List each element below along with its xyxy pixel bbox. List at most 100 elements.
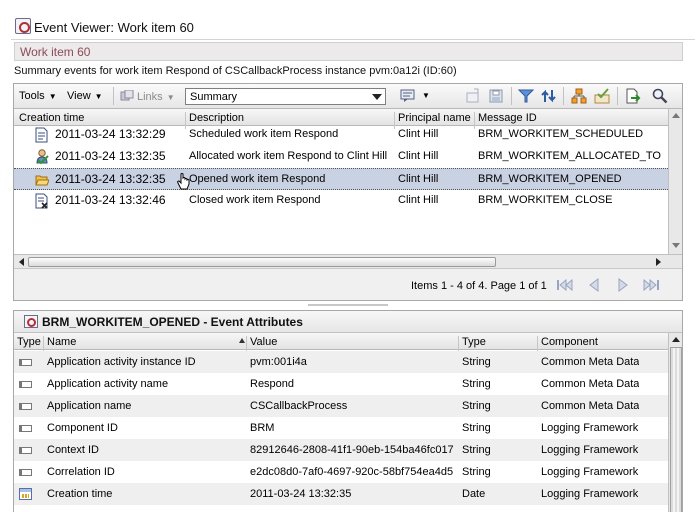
attribute-name: Application activity name xyxy=(47,378,169,390)
row-creation-time: 2011-03-24 13:32:29 xyxy=(55,127,166,141)
attribute-row[interactable]: Creation time 2011-03-24 13:32:35 Date L… xyxy=(14,483,668,505)
attribute-row[interactable]: Correlation ID e2dc08d0-7af0-4697-920c-5… xyxy=(14,461,668,483)
work-item-label: Work item 60 xyxy=(20,45,91,59)
toolbar: Tools ▼ View ▼ Links ▼ Summary ▼ xyxy=(14,84,682,109)
toolbar-separator xyxy=(563,87,564,105)
column-header-data-type[interactable]: Type xyxy=(462,336,486,348)
column-header-name[interactable]: Name xyxy=(47,336,76,348)
attribute-type: String xyxy=(462,356,491,368)
sort-ascending-icon xyxy=(239,338,245,343)
tools-menu-label: Tools xyxy=(19,90,45,102)
vertical-scroll-thumb[interactable] xyxy=(670,347,682,512)
checklist-icon[interactable] xyxy=(594,88,610,104)
attribute-value: e2dc08d0-7af0-4697-920c-58bf754ea4d5 xyxy=(250,466,454,478)
chevron-down-icon: ▼ xyxy=(94,92,103,101)
table-row-selected[interactable]: 2011-03-24 13:32:35 Opened work item Res… xyxy=(14,168,668,190)
scroll-up-icon[interactable] xyxy=(670,110,682,122)
view-menu[interactable]: View ▼ xyxy=(67,90,103,102)
attribute-name: Component ID xyxy=(47,422,118,434)
string-type-icon xyxy=(19,359,32,366)
attribute-type: String xyxy=(462,400,491,412)
first-page-icon[interactable] xyxy=(556,278,574,292)
attribute-component: Common Meta Data xyxy=(541,356,640,368)
attribute-name: Context ID xyxy=(47,444,99,456)
hierarchy-icon[interactable] xyxy=(571,88,587,104)
row-message-id: BRM_WORKITEM_CLOSE xyxy=(478,194,613,206)
filter-icon[interactable] xyxy=(517,88,535,104)
column-header-principal-name[interactable]: Principal name xyxy=(398,112,471,124)
row-creation-time: 2011-03-24 13:32:35 xyxy=(55,149,166,163)
row-principal: Clint Hill xyxy=(398,150,439,162)
string-type-icon xyxy=(19,447,32,454)
chevron-down-icon: ▼ xyxy=(48,92,57,101)
scroll-up-icon[interactable] xyxy=(670,334,682,346)
table-row[interactable]: 2011-03-24 13:32:46 Closed work item Res… xyxy=(14,190,668,212)
column-header-description[interactable]: Description xyxy=(189,112,244,124)
attribute-type: String xyxy=(462,378,491,390)
links-menu-label: Links xyxy=(137,91,163,103)
attribute-value: CSCallbackProcess xyxy=(250,400,348,412)
attribute-component: Common Meta Data xyxy=(541,400,640,412)
comment-icon[interactable] xyxy=(400,88,416,104)
row-description: Closed work item Respond xyxy=(189,194,321,206)
table-row[interactable]: 2011-03-24 13:32:35 Allocated work item … xyxy=(14,146,668,168)
string-type-icon xyxy=(19,403,32,410)
comment-menu-arrow[interactable]: ▼ xyxy=(418,89,430,101)
summary-description: Summary events for work item Respond of … xyxy=(14,65,457,77)
column-header-component[interactable]: Component xyxy=(541,336,598,348)
attributes-vertical-scrollbar[interactable] xyxy=(668,333,682,512)
date-type-icon xyxy=(19,488,32,500)
next-page-icon[interactable] xyxy=(614,278,632,292)
attribute-type: String xyxy=(462,444,491,456)
save-disabled-icon[interactable] xyxy=(488,88,504,104)
links-menu[interactable]: Links ▼ xyxy=(120,89,175,103)
scroll-down-icon[interactable] xyxy=(670,239,682,251)
attribute-name: Correlation ID xyxy=(47,466,115,478)
attribute-name: Application activity instance ID xyxy=(47,356,196,368)
string-type-icon xyxy=(19,381,32,388)
chevron-down-icon[interactable] xyxy=(369,89,385,104)
events-horizontal-scrollbar[interactable] xyxy=(14,254,682,268)
scroll-right-icon[interactable] xyxy=(652,256,664,268)
attribute-row[interactable]: Application activity name Respond String… xyxy=(14,373,668,395)
row-principal: Clint Hill xyxy=(398,194,439,206)
attribute-component: Logging Framework xyxy=(541,488,639,500)
events-vertical-scrollbar[interactable] xyxy=(668,109,682,254)
string-type-icon xyxy=(19,469,32,476)
folder-open-icon xyxy=(35,172,50,188)
attribute-component: Logging Framework xyxy=(541,422,639,434)
attribute-type: String xyxy=(462,466,491,478)
tools-menu[interactable]: Tools ▼ xyxy=(19,90,57,102)
attribute-row[interactable]: Component ID BRM String Logging Framewor… xyxy=(14,417,668,439)
export-disabled-icon[interactable] xyxy=(465,88,481,104)
row-principal: Clint Hill xyxy=(398,128,439,140)
scroll-left-icon[interactable] xyxy=(16,256,28,268)
attribute-component: Logging Framework xyxy=(541,466,639,478)
attributes-table-header: Type Name Value Type Component xyxy=(14,333,668,353)
toolbar-separator xyxy=(113,87,114,105)
column-header-creation-time[interactable]: Creation time xyxy=(19,112,84,124)
previous-page-icon[interactable] xyxy=(585,278,603,292)
toolbar-separator xyxy=(511,87,512,105)
view-mode-value: Summary xyxy=(190,91,238,103)
sort-icon[interactable] xyxy=(541,88,557,104)
column-header-type-icon[interactable]: Type xyxy=(17,336,41,348)
horizontal-scroll-thumb[interactable] xyxy=(28,257,496,267)
row-message-id: BRM_WORKITEM_ALLOCATED_TO xyxy=(478,150,661,162)
last-page-icon[interactable] xyxy=(642,278,660,292)
window-title: Event Viewer: Work item 60 xyxy=(34,20,194,35)
search-icon[interactable] xyxy=(652,88,668,104)
attribute-component: Logging Framework xyxy=(541,444,639,456)
attribute-row[interactable]: Application activity instance ID pvm:001… xyxy=(14,351,668,373)
attribute-row[interactable]: Application name CSCallbackProcess Strin… xyxy=(14,395,668,417)
column-header-message-id[interactable]: Message ID xyxy=(478,112,537,124)
attribute-value: pvm:001i4a xyxy=(250,356,307,368)
attribute-type: Date xyxy=(462,488,486,500)
attribute-row[interactable]: Context ID 82912646-2808-41f1-90eb-154ba… xyxy=(14,439,668,461)
event-attributes-icon xyxy=(24,315,38,328)
export-page-icon[interactable] xyxy=(625,88,641,104)
column-header-value[interactable]: Value xyxy=(250,336,277,348)
table-row[interactable]: 2011-03-24 13:32:29 Scheduled work item … xyxy=(14,124,668,146)
view-mode-select[interactable]: Summary xyxy=(185,88,386,105)
panel-splitter[interactable] xyxy=(13,302,683,308)
